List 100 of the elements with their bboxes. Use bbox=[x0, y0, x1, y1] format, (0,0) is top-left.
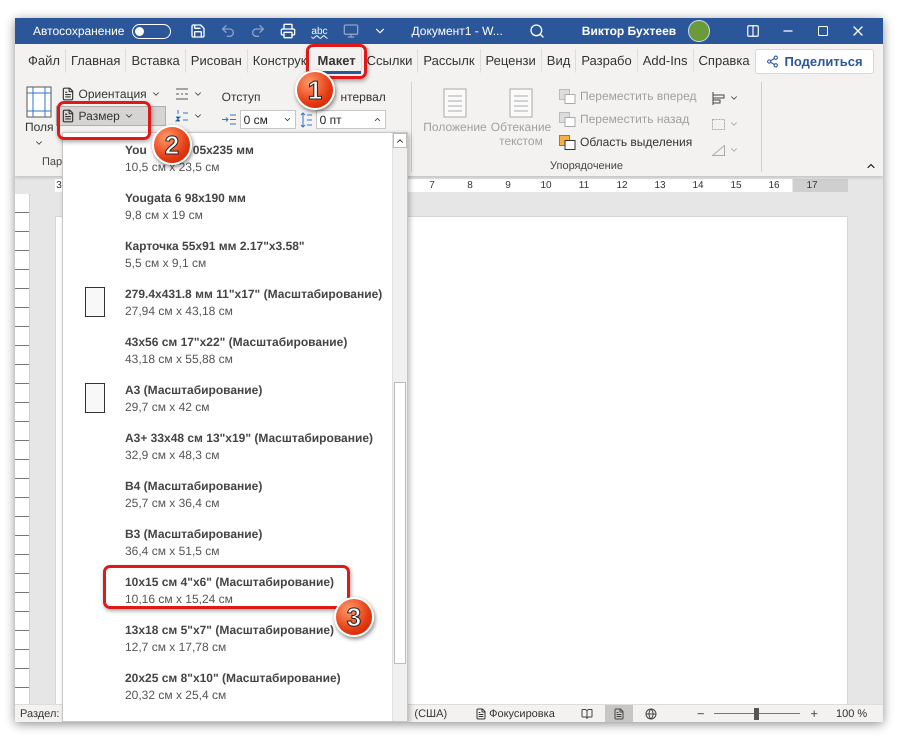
page-size-name[interactable]: You bbox=[125, 143, 147, 160]
page-layout-icon bbox=[509, 88, 533, 118]
page-size-dimensions: 5,5 см x 9,1 см bbox=[125, 256, 208, 270]
page-size-name[interactable]: A3+ 33x48 см 13"x19" (Масштабирование) bbox=[125, 431, 374, 448]
layers-icon bbox=[559, 112, 576, 126]
ribbon-tab[interactable]: Рассылк bbox=[417, 48, 480, 74]
ribbon-tab[interactable]: Главная bbox=[64, 48, 126, 74]
indent-icon bbox=[222, 114, 236, 125]
scroll-up-button[interactable] bbox=[393, 133, 407, 148]
panel-icon bbox=[746, 24, 760, 38]
page-size-name[interactable]: Yougata 6 98x190 мм bbox=[125, 191, 246, 208]
scrollbar[interactable] bbox=[392, 133, 407, 721]
autosave-label: Автосохранение bbox=[33, 24, 124, 38]
page-size-dimensions: 12,7 см x 17,78 см bbox=[125, 640, 228, 654]
ruler-number: 13 bbox=[653, 180, 667, 190]
group-icon bbox=[712, 118, 726, 130]
page-size-name[interactable]: 13x18 см 5"x7" (Масштабирование) bbox=[125, 623, 334, 640]
page-size-dimensions: 43,18 см x 55,88 см bbox=[125, 352, 234, 366]
caret-icon bbox=[282, 115, 292, 124]
user-name: Виктор Бухтеев bbox=[582, 24, 676, 38]
zoom-thumb[interactable] bbox=[754, 708, 759, 720]
orientation-button[interactable]: Ориентация bbox=[56, 84, 166, 104]
line-numbers-icon bbox=[174, 110, 189, 122]
layers-icon bbox=[559, 88, 576, 104]
undo-icon[interactable] bbox=[220, 23, 236, 39]
ruler-number: 8 bbox=[466, 180, 474, 190]
ruler-number: 7 bbox=[428, 180, 436, 190]
spacing-field[interactable]: 0 пт bbox=[316, 110, 386, 129]
margins-icon bbox=[26, 86, 52, 118]
page-size-name[interactable]: 20x25 см 8"x10" (Масштабирование) bbox=[125, 671, 341, 688]
autosave-toggle[interactable] bbox=[132, 24, 172, 38]
document-icon bbox=[475, 708, 488, 720]
document-icon bbox=[612, 708, 625, 720]
zoom-level[interactable]: 100 % bbox=[836, 708, 868, 720]
ribbon-tab[interactable]: Файл bbox=[22, 48, 65, 74]
group-label: Упорядочение bbox=[550, 160, 623, 172]
page-size-dimensions: 9,8 см x 19 см bbox=[125, 208, 204, 222]
rotate-icon bbox=[712, 144, 726, 156]
share-icon bbox=[766, 54, 779, 68]
search-icon[interactable] bbox=[528, 23, 545, 39]
globe-icon bbox=[644, 708, 657, 720]
indent-field[interactable]: 0 см bbox=[240, 110, 296, 129]
ruler-number: 3 bbox=[55, 180, 63, 190]
page-size-name[interactable]: B3 (Масштабирование) bbox=[125, 527, 262, 544]
spinner-icon bbox=[372, 115, 382, 124]
margins-button[interactable]: Поля bbox=[23, 82, 56, 156]
save-icon[interactable] bbox=[190, 23, 206, 39]
share-button[interactable]: Поделиться bbox=[754, 48, 874, 74]
zoom-out-button[interactable]: − bbox=[694, 706, 706, 721]
breaks-icon bbox=[174, 88, 189, 100]
layers-icon bbox=[559, 134, 576, 150]
monitor-icon[interactable] bbox=[342, 23, 359, 39]
page-size-name[interactable]: B4 (Масштабирование) bbox=[125, 479, 262, 496]
ribbon-tab[interactable]: Рисован bbox=[184, 48, 247, 74]
scroll-thumb[interactable] bbox=[394, 382, 406, 664]
book-icon bbox=[580, 708, 593, 720]
ribbon-tab[interactable]: Вид bbox=[540, 48, 576, 74]
page-size-name[interactable]: A3 (Масштабирование) bbox=[125, 383, 262, 400]
ribbon-tab[interactable]: Add-Ins bbox=[636, 48, 693, 74]
page-size-dimensions: 25,7 см x 36,4 см bbox=[125, 496, 221, 510]
ruler-number: 16 bbox=[767, 180, 781, 190]
page-size-name[interactable]: 279.4x431.8 мм 11"x17" (Масштабирование) bbox=[125, 287, 382, 304]
page-size-name[interactable]: 05x235 мм bbox=[192, 143, 254, 160]
document-title: Документ1 - W... bbox=[412, 24, 503, 38]
page-size-dimensions: 29,7 см x 42 см bbox=[125, 400, 211, 414]
spacing-icon bbox=[300, 112, 312, 128]
ruler-number: 15 bbox=[729, 180, 743, 190]
section-status: Раздел: bbox=[20, 708, 60, 720]
redo-icon[interactable] bbox=[250, 23, 266, 39]
maximize-icon bbox=[816, 25, 829, 37]
ribbon-tab[interactable]: Разрабо bbox=[575, 48, 637, 74]
ruler-number: 14 bbox=[691, 180, 705, 190]
page-size-dimensions: 27,94 см x 43,18 см bbox=[125, 304, 234, 318]
ruler-number: 12 bbox=[615, 180, 629, 190]
spelling-button[interactable]: abc bbox=[311, 26, 328, 36]
zoom-in-button[interactable]: + bbox=[808, 706, 820, 721]
ruler-number: 10 bbox=[539, 180, 553, 190]
page-size-name[interactable]: 10x15 см 4"x6" (Масштабирование) bbox=[125, 575, 334, 592]
ribbon-tab[interactable]: Рецензи bbox=[480, 48, 541, 74]
page-size-name[interactable]: 43x56 см 17"x22" (Масштабирование) bbox=[125, 335, 348, 352]
page-size-dimensions: 10,16 см x 15,24 см bbox=[125, 592, 234, 606]
ribbon-tab[interactable]: Вставка bbox=[125, 48, 185, 74]
focus-button[interactable]: Фокусировка bbox=[475, 708, 555, 720]
ruler-number: 9 bbox=[504, 180, 512, 190]
page-size-name[interactable]: Карточка 55x91 мм 2.17"x3.58" bbox=[125, 239, 305, 256]
indent-label: Отступ bbox=[222, 90, 260, 104]
size-button[interactable]: Размер bbox=[56, 106, 166, 126]
language-status[interactable]: (США) bbox=[414, 708, 448, 720]
page-size-dimensions: 32,9 см x 48,3 см bbox=[125, 448, 221, 462]
ribbon-tab[interactable]: Ссылки bbox=[360, 48, 418, 74]
avatar[interactable] bbox=[688, 20, 710, 42]
view-button[interactable] bbox=[604, 705, 633, 722]
align-icon bbox=[712, 92, 726, 104]
document-icon bbox=[60, 109, 75, 123]
arrange-button[interactable]: Область выделения bbox=[554, 132, 702, 152]
page-size-dimensions: 20,32 см x 25,4 см bbox=[125, 688, 228, 702]
page-size-dimensions: 36,4 см x 51,5 см bbox=[125, 544, 221, 558]
printer-icon[interactable] bbox=[280, 23, 296, 39]
ruler-number: 17 bbox=[805, 180, 819, 190]
spacing-label: нтервал bbox=[340, 90, 386, 104]
